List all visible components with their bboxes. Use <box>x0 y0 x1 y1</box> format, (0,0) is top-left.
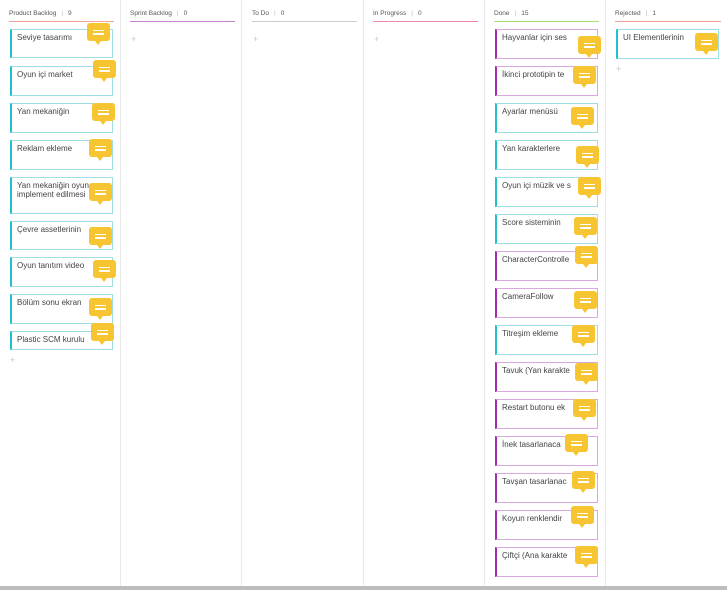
add-card-button[interactable]: + <box>131 35 136 44</box>
column-count: 1 <box>652 9 656 17</box>
comment-icon[interactable] <box>578 36 601 58</box>
column-title: Done <box>494 9 510 17</box>
column-header[interactable]: Sprint Backlog | 0 <box>130 5 235 22</box>
column-sprint-backlog: Sprint Backlog | 0 + <box>121 0 242 586</box>
comment-icon[interactable] <box>571 506 594 528</box>
comment-icon[interactable] <box>574 291 597 313</box>
comment-icon[interactable] <box>89 227 112 249</box>
column-title: Rejected <box>615 9 641 17</box>
column-title: Product Backlog <box>9 9 57 17</box>
column-header[interactable]: Product Backlog | 9 <box>9 5 114 22</box>
column-header[interactable]: In Progress | 0 <box>373 5 478 22</box>
column-count: 15 <box>521 9 529 17</box>
comment-icon[interactable] <box>572 471 595 493</box>
comment-icon[interactable] <box>87 23 110 45</box>
column-header[interactable]: To Do | 0 <box>252 5 357 22</box>
comment-icon[interactable] <box>576 146 599 168</box>
comment-icon[interactable] <box>565 434 588 456</box>
column-to-do: To Do | 0 + <box>243 0 364 586</box>
comment-icon[interactable] <box>578 177 601 199</box>
column-count: 0 <box>183 9 188 17</box>
comment-icon[interactable] <box>695 33 718 55</box>
column-count: 0 <box>417 9 422 17</box>
column-rejected: Rejected | 1 UI Elementlerinin + <box>606 0 727 586</box>
comment-icon[interactable] <box>93 60 116 82</box>
comment-icon[interactable] <box>573 66 596 88</box>
column-header[interactable]: Done | 15 <box>494 5 599 22</box>
column-title: Sprint Backlog <box>130 9 172 17</box>
comment-icon[interactable] <box>575 363 598 385</box>
comment-icon[interactable] <box>89 139 112 161</box>
add-card-button[interactable]: + <box>10 356 15 365</box>
comment-icon[interactable] <box>573 399 596 421</box>
comment-icon[interactable] <box>91 323 114 345</box>
comment-icon[interactable] <box>571 107 594 129</box>
comment-icon[interactable] <box>89 183 112 205</box>
comment-icon[interactable] <box>89 298 112 320</box>
comment-icon[interactable] <box>572 325 595 347</box>
column-count: 0 <box>280 9 285 17</box>
column-count: 9 <box>68 9 72 17</box>
comment-icon[interactable] <box>575 246 598 268</box>
column-title: To Do <box>252 9 269 17</box>
add-card-button[interactable]: + <box>253 35 258 44</box>
column-header[interactable]: Rejected | 1 <box>615 5 721 22</box>
column-done: Done | 15 Hayvanlar için ses İkinci prot… <box>485 0 606 586</box>
kanban-board: Product Backlog | 9 Seviye tasarımı Oyun… <box>0 0 727 586</box>
comment-icon[interactable] <box>92 103 115 125</box>
comment-icon[interactable] <box>574 217 597 239</box>
comment-icon[interactable] <box>575 546 598 568</box>
column-in-progress: In Progress | 0 + <box>364 0 485 586</box>
horizontal-scrollbar[interactable] <box>0 586 727 590</box>
column-product-backlog: Product Backlog | 9 Seviye tasarımı Oyun… <box>0 0 121 586</box>
add-card-button[interactable]: + <box>374 35 379 44</box>
column-title: In Progress <box>373 9 407 17</box>
add-card-button[interactable]: + <box>616 65 621 74</box>
comment-icon[interactable] <box>93 260 116 282</box>
